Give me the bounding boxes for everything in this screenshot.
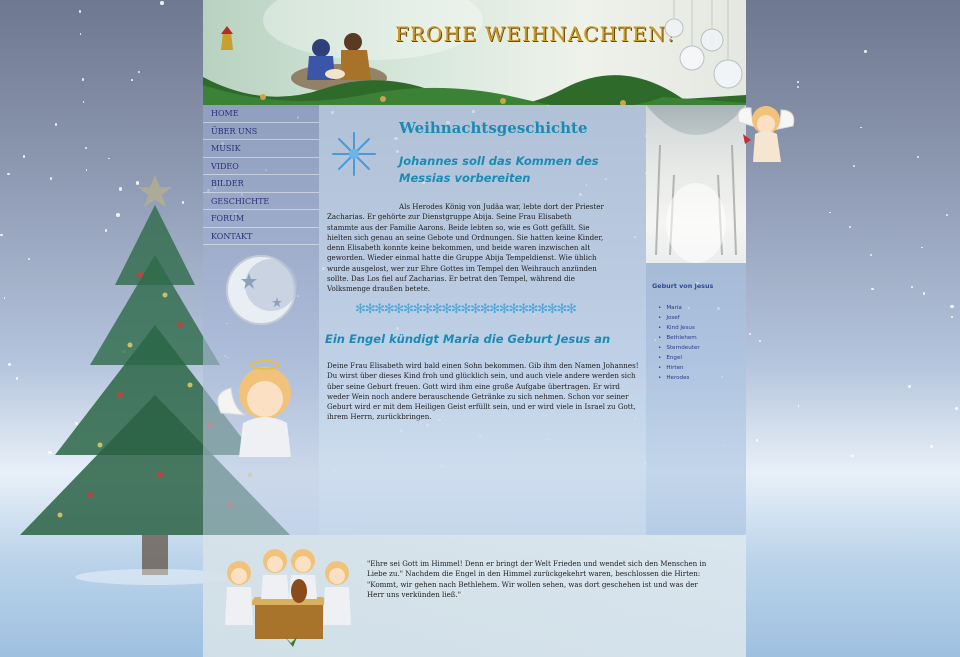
section-heading-engel: Ein Engel kündigt Maria die Geburt Jesus… [325,332,611,346]
page-container: FROHE WEIHNACHTEN! HOME ÜBER UNS MUSIK V… [203,0,746,657]
story-paragraph-1: Als Herodes König von Judäa war, lebte d… [327,202,604,294]
main-content: Weihnachtsgeschichte Johannes soll das K… [319,105,646,535]
sidebar-link-maria[interactable]: Maria [658,303,700,313]
story-paragraph-2: Deine Frau Elisabeth wird bald einen Soh… [327,361,639,422]
nav-item-musik[interactable]: MUSIK [203,140,319,158]
footer: "Ehre sei Gott im Himmel! Denn er bringt… [203,535,746,657]
angels-with-manger-image [225,549,351,647]
nav-item-forum[interactable]: FORUM [203,210,319,228]
main-navigation: HOME ÜBER UNS MUSIK VIDEO BILDER GESCHIC… [203,105,319,535]
winter-forest-image [646,105,746,263]
sidebar-heading: Geburt von Jesus [652,282,714,290]
nav-item-bilder[interactable]: BILDER [203,175,319,193]
sidebar-link-bethlehem[interactable]: Bethlehem [658,333,700,343]
footer-quote: "Ehre sei Gott im Himmel! Denn er bringt… [367,559,707,600]
sidebar-link-josef[interactable]: Josef [658,313,700,323]
page-title: Weihnachtsgeschichte [399,119,588,137]
sidebar-link-engel[interactable]: Engel [658,353,700,363]
nav-item-ueber-uns[interactable]: ÜBER UNS [203,123,319,140]
flying-angel-image [737,106,795,162]
snowflake-icon [332,132,376,176]
nav-item-geschichte[interactable]: GESCHICHTE [203,193,319,210]
sidebar-right: Geburt von Jesus Maria Josef Kind Jesus … [646,105,746,535]
nav-item-video[interactable]: VIDEO [203,158,319,175]
sidebar-link-hirten[interactable]: Hirten [658,363,700,373]
star-divider: ✻✻✻✻✻✻✻✻✻✻✻✻✻✻✻✻✻✻✻✻✻✻✻ [355,302,577,317]
header-banner: FROHE WEIHNACHTEN! [203,0,746,105]
bell-icon [221,26,233,50]
section-heading-johannes: Johannes soll das Kommen des Messias vor… [399,154,599,185]
pine-garland-decoration [203,75,746,105]
sidebar-link-list: Maria Josef Kind Jesus Bethlehem Sternde… [658,303,700,383]
moon-stars-icon [226,255,297,325]
angel-image [217,360,291,457]
sidebar-link-kind-jesus[interactable]: Kind Jesus [658,323,700,333]
sidebar-link-herodes[interactable]: Herodes [658,373,700,383]
nav-item-home[interactable]: HOME [203,105,319,123]
sidebar-link-sterndeuter[interactable]: Sterndeuter [658,343,699,353]
nav-item-kontakt[interactable]: KONTAKT [203,228,319,245]
